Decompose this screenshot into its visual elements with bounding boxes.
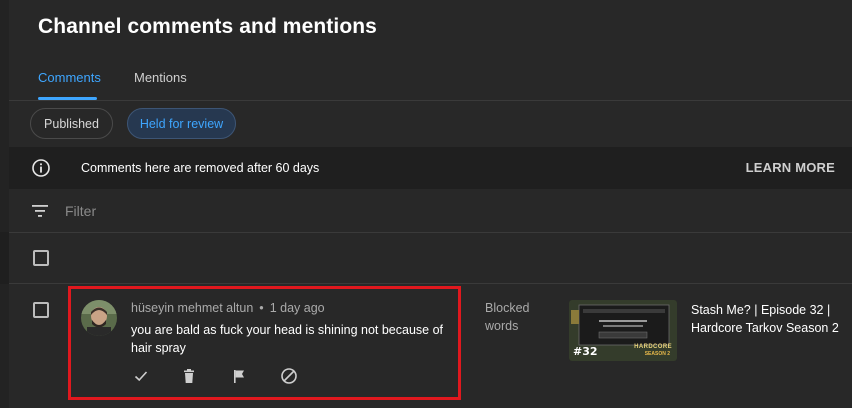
comment-time: 1 day ago [269,301,325,315]
thumbnail-brand-sub: SEASON 2 [644,351,670,357]
tab-comments[interactable]: Comments [38,70,101,85]
avatar[interactable] [81,300,117,336]
comment-author[interactable]: hüseyin mehmet altun [131,301,253,315]
filter-input[interactable] [65,200,465,222]
check-icon[interactable] [131,366,151,386]
comment-meta: hüseyin mehmet altun • 1 day ago [131,301,325,315]
notice-banner: Comments here are removed after 60 days … [9,147,852,189]
thumbnail-episode-label: #32 [573,345,598,358]
chip-held-for-review[interactable]: Held for review [127,108,236,139]
flag-icon[interactable] [229,366,249,386]
learn-more-link[interactable]: LEARN MORE [746,160,835,175]
left-edge-strip [0,0,9,408]
filter-bar [9,189,852,233]
video-title-link[interactable]: Stash Me? | Episode 32 | Hardcore Tarkov… [691,301,841,337]
info-icon [31,158,51,178]
tab-mentions[interactable]: Mentions [134,70,187,85]
thumbnail-brand: HARDCORE [634,344,672,350]
page-title: Channel comments and mentions [38,15,377,38]
chip-published[interactable]: Published [30,108,113,139]
trash-icon[interactable] [179,366,199,386]
table-header-row [9,233,852,284]
left-edge-band [0,232,9,284]
video-thumbnail[interactable]: #32 HARDCORE SEASON 2 [569,300,677,361]
row-checkbox[interactable] [33,302,49,318]
select-all-checkbox[interactable] [33,250,49,266]
comment-text: you are bald as fuck your head is shinin… [131,323,444,355]
held-reason: Blocked words [485,301,530,333]
filter-icon[interactable] [31,203,49,219]
tabs-divider [9,100,852,101]
block-icon[interactable] [279,366,299,386]
meta-separator: • [259,301,264,315]
notice-message: Comments here are removed after 60 days [81,161,320,175]
